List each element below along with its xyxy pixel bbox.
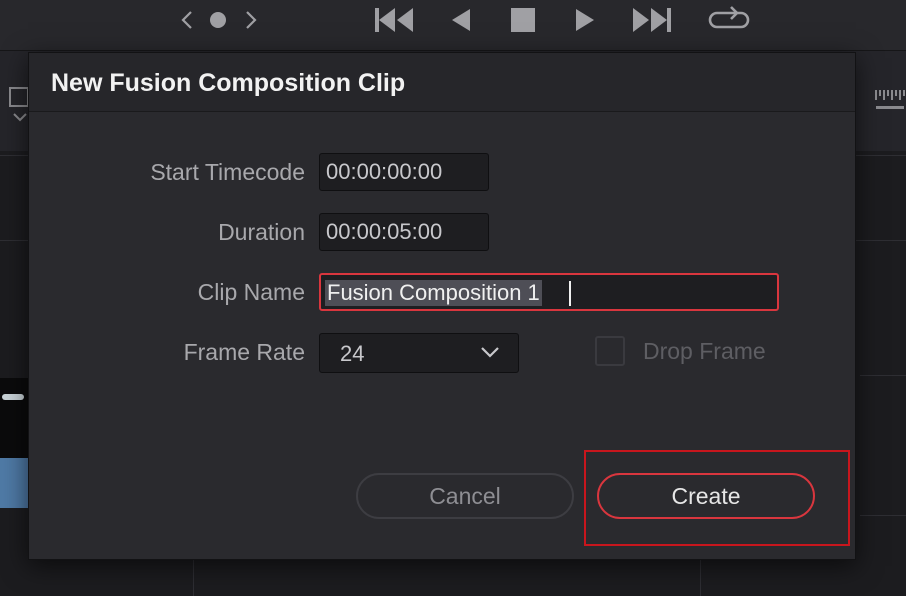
drop-frame-label: Drop Frame xyxy=(643,338,766,364)
stop-icon[interactable] xyxy=(508,0,538,40)
track-divider xyxy=(193,560,194,596)
loop-icon[interactable] xyxy=(706,0,752,40)
duration-label: Duration xyxy=(218,219,305,245)
skip-to-start-icon[interactable] xyxy=(372,0,416,40)
dialog-header: New Fusion Composition Clip xyxy=(29,53,855,112)
selection-icon[interactable] xyxy=(4,86,30,124)
clip-thumbnail xyxy=(0,378,28,508)
frame-rate-value: 24 xyxy=(340,341,365,366)
duration-input[interactable] xyxy=(320,214,488,250)
dot-icon[interactable] xyxy=(207,0,229,40)
new-fusion-composition-dialog: New Fusion Composition Clip Start Timeco… xyxy=(28,52,856,560)
drop-frame-checkbox[interactable] xyxy=(595,336,625,366)
ruler-icon[interactable] xyxy=(874,86,906,114)
chevron-down-icon xyxy=(480,344,500,365)
clip-name-label: Clip Name xyxy=(197,279,305,305)
prev-icon[interactable] xyxy=(176,0,198,40)
text-caret xyxy=(569,281,571,306)
clip-name-field[interactable]: Fusion Composition 1 xyxy=(319,273,779,311)
create-button-highlight xyxy=(584,450,850,546)
frame-rate-select[interactable]: 24 xyxy=(319,333,519,373)
dialog-title: New Fusion Composition Clip xyxy=(51,69,406,97)
next-icon[interactable] xyxy=(240,0,262,40)
cancel-button[interactable]: Cancel xyxy=(356,473,574,519)
play-icon[interactable] xyxy=(572,0,598,40)
start-timecode-field[interactable] xyxy=(319,153,489,191)
frame-rate-label: Frame Rate xyxy=(183,339,305,365)
track-divider xyxy=(700,560,701,596)
clip-name-selected-text[interactable]: Fusion Composition 1 xyxy=(325,280,542,306)
transport-bar xyxy=(0,0,906,51)
start-timecode-label: Start Timecode xyxy=(150,159,305,185)
track-divider xyxy=(860,375,906,376)
track-divider xyxy=(860,515,906,516)
start-timecode-input[interactable] xyxy=(320,154,488,190)
play-reverse-icon[interactable] xyxy=(448,0,474,40)
duration-field[interactable] xyxy=(319,213,489,251)
skip-to-end-icon[interactable] xyxy=(630,0,674,40)
